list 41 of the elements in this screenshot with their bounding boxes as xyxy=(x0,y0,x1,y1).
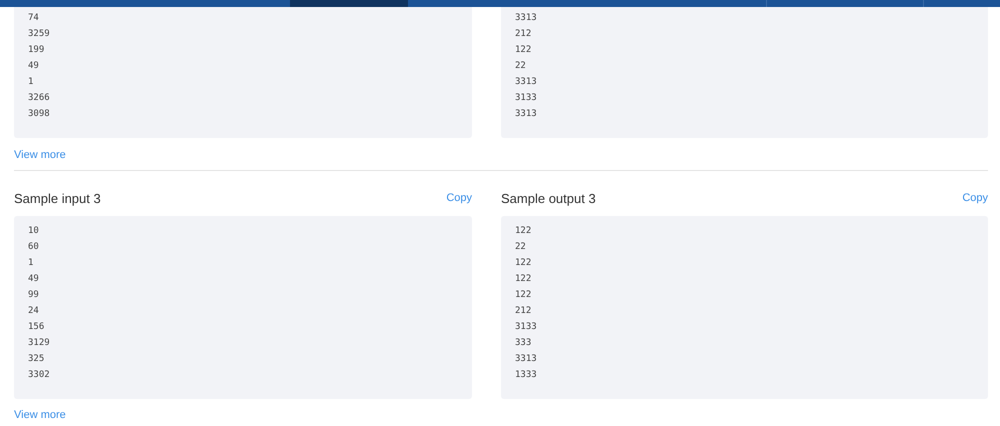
code-line: 49 xyxy=(28,273,39,286)
code-line: 3129 xyxy=(28,337,50,350)
code-line: 3259 xyxy=(28,28,50,41)
code-line: 325 xyxy=(28,353,44,366)
view-more-link[interactable]: View more xyxy=(14,147,66,163)
code-line: 3098 xyxy=(28,108,50,121)
view-more-link[interactable]: View more xyxy=(14,407,66,423)
code-line: 3266 xyxy=(28,92,50,105)
code-line: 212 xyxy=(515,305,532,318)
code-line: 1333 xyxy=(515,369,537,382)
code-line: 22 xyxy=(515,241,526,254)
code-line: 60 xyxy=(28,241,39,254)
sample-title: Sample input 3 xyxy=(14,190,101,206)
code-line: 49 xyxy=(28,60,39,73)
sample-title: Sample output 3 xyxy=(501,190,596,206)
code-line: 122 xyxy=(515,257,532,270)
code-line: 212 xyxy=(515,28,532,41)
code-line: 3313 xyxy=(515,108,537,121)
code-line: 122 xyxy=(515,289,532,302)
code-line: 1 xyxy=(28,76,34,89)
copy-link[interactable]: Copy xyxy=(962,190,988,206)
code-line: 3133 xyxy=(515,92,537,105)
code-line: 3313 xyxy=(515,76,537,89)
code-line: 99 xyxy=(28,289,39,302)
code-line: 3133 xyxy=(515,321,537,334)
code-line: 122 xyxy=(515,225,532,238)
code-line: 1 xyxy=(28,257,34,270)
code-line: 199 xyxy=(28,44,44,57)
code-line: 10 xyxy=(28,225,39,238)
code-line: 122 xyxy=(515,273,532,286)
code-line: 333 xyxy=(515,337,532,350)
code-line: 3302 xyxy=(28,369,50,382)
code-line: 22 xyxy=(515,60,526,73)
code-line: 3313 xyxy=(515,12,537,25)
nav-tab[interactable] xyxy=(290,0,408,7)
code-line: 156 xyxy=(28,321,44,334)
code-line: 74 xyxy=(28,12,39,25)
code-line: 24 xyxy=(28,305,39,318)
code-line: 3313 xyxy=(515,353,537,366)
code-line: 122 xyxy=(515,44,532,57)
copy-link[interactable]: Copy xyxy=(446,190,472,206)
